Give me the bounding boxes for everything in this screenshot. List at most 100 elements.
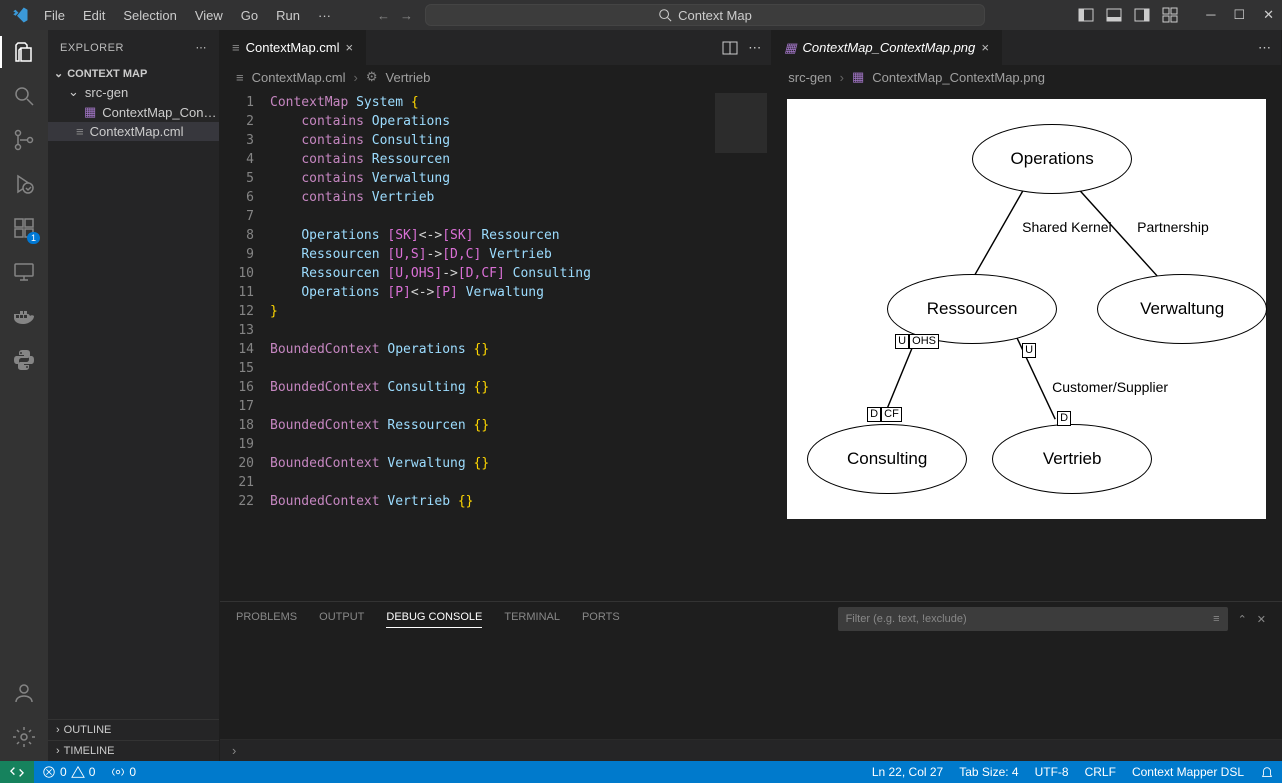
menu-run[interactable]: Run (268, 4, 308, 27)
menu-edit[interactable]: Edit (75, 4, 113, 27)
breadcrumb-left[interactable]: ≡ ContextMap.cml › ⚙ Vertrieb (220, 65, 771, 89)
activity-run-debug-icon[interactable] (10, 170, 38, 198)
edge-label-partnership: Partnership (1137, 219, 1209, 235)
breadcrumb-item[interactable]: ContextMap.cml (252, 70, 346, 85)
breadcrumb-item[interactable]: Vertrieb (386, 70, 431, 85)
breadcrumb-right[interactable]: src-gen › ▦ ContextMap_ContextMap.png (772, 65, 1281, 89)
menu-bar: FileEditSelectionViewGoRun··· (36, 4, 339, 27)
panel-collapse-icon[interactable]: ⌃ (1238, 613, 1247, 626)
cml-file-icon: ≡ (232, 40, 240, 55)
role-d: D (867, 407, 881, 422)
context-map-diagram: Operations Ressourcen Verwaltung Consult… (787, 99, 1266, 519)
chevron-down-icon: ⌄ (68, 84, 79, 100)
role-cf: CF (881, 407, 902, 422)
window-minimize-icon[interactable]: ─ (1206, 7, 1215, 23)
vscode-logo-icon (8, 3, 32, 27)
command-center[interactable]: Context Map (425, 4, 985, 26)
role-u: U (1022, 343, 1036, 358)
minimap[interactable] (715, 89, 771, 601)
code-editor[interactable]: 12345678910111213141516171819202122 Cont… (220, 89, 771, 601)
image-file-icon: ▦ (84, 104, 96, 120)
tree-file-png[interactable]: ▦ ContextMap_Contex... (48, 102, 219, 122)
close-icon[interactable]: × (981, 40, 989, 55)
activity-explorer-icon[interactable] (10, 38, 38, 66)
role-d: D (1057, 411, 1071, 426)
more-actions-icon[interactable]: ⋯ (748, 40, 761, 56)
nav-forward-icon[interactable]: → (400, 8, 413, 23)
image-file-icon: ▦ (852, 69, 864, 85)
panel-tab-output[interactable]: OUTPUT (319, 611, 364, 627)
node-consulting: Consulting (807, 424, 967, 494)
image-file-icon: ▦ (784, 40, 796, 56)
outline-label: OUTLINE (64, 724, 112, 736)
sidebar-timeline[interactable]: › TIMELINE (48, 740, 219, 761)
role-ohs: OHS (909, 334, 939, 349)
tree-file-cml[interactable]: ≡ ContextMap.cml (48, 122, 219, 141)
panel-tab-debug-console[interactable]: DEBUG CONSOLE (386, 611, 482, 628)
activity-accounts-icon[interactable] (10, 679, 38, 707)
breadcrumb-item[interactable]: src-gen (788, 70, 831, 85)
menu-selection[interactable]: Selection (115, 4, 184, 27)
menu-go[interactable]: Go (233, 4, 266, 27)
panel-close-icon[interactable]: ✕ (1257, 613, 1266, 626)
cml-file-icon: ≡ (76, 124, 84, 139)
edge-label-shared-kernel: Shared Kernel (1022, 219, 1112, 235)
status-ports[interactable]: 0 (103, 765, 144, 779)
title-bar: FileEditSelectionViewGoRun··· ← → Contex… (0, 0, 1282, 30)
panel-tab-problems[interactable]: PROBLEMS (236, 611, 297, 627)
status-language-mode[interactable]: Context Mapper DSL (1124, 765, 1252, 779)
status-notifications-icon[interactable] (1252, 765, 1282, 779)
explorer-sidebar: EXPLORER ⋯ ⌄ CONTEXT MAP ⌄ src-gen ▦ Con… (48, 30, 220, 761)
tab-contextmap-png[interactable]: ▦ ContextMap_ContextMap.png × (772, 30, 1002, 65)
layout-customize-icon[interactable] (1162, 7, 1178, 23)
debug-repl-input[interactable]: › (220, 739, 1282, 761)
panel-tab-ports[interactable]: PORTS (582, 611, 620, 627)
filter-settings-icon[interactable]: ≡ (1213, 613, 1219, 625)
activity-source-control-icon[interactable] (10, 126, 38, 154)
file-label: ContextMap_Contex... (102, 105, 219, 120)
activity-settings-icon[interactable] (10, 723, 38, 751)
more-actions-icon[interactable]: ⋯ (1258, 40, 1271, 56)
status-tab-size[interactable]: Tab Size: 4 (951, 765, 1026, 779)
activity-extensions-icon[interactable]: 1 (10, 214, 38, 242)
layout-toggle-bottom-icon[interactable] (1106, 7, 1122, 23)
status-cursor-position[interactable]: Ln 22, Col 27 (864, 765, 951, 779)
status-errors[interactable]: 0 0 (34, 765, 103, 779)
layout-toggle-left-icon[interactable] (1078, 7, 1094, 23)
debug-filter-input[interactable]: Filter (e.g. text, !exclude) ≡ (838, 607, 1228, 631)
window-close-icon[interactable]: ✕ (1263, 7, 1274, 23)
sidebar-outline[interactable]: › OUTLINE (48, 719, 219, 740)
close-icon[interactable]: × (346, 40, 354, 55)
tree-folder-src-gen[interactable]: ⌄ src-gen (48, 82, 219, 102)
menu-file[interactable]: File (36, 4, 73, 27)
sidebar-root[interactable]: ⌄ CONTEXT MAP (48, 65, 219, 82)
explorer-more-icon[interactable]: ⋯ (196, 41, 208, 54)
file-label: ContextMap.cml (90, 124, 184, 139)
layout-toggle-right-icon[interactable] (1134, 7, 1150, 23)
chevron-right-icon: › (56, 724, 60, 736)
status-encoding[interactable]: UTF-8 (1027, 765, 1077, 779)
window-maximize-icon[interactable]: ☐ (1233, 7, 1245, 23)
tab-label: ContextMap.cml (246, 40, 340, 55)
image-preview[interactable]: Operations Ressourcen Verwaltung Consult… (772, 89, 1281, 601)
chevron-right-icon: › (232, 743, 236, 758)
split-editor-icon[interactable] (722, 40, 738, 56)
tab-contextmap-cml[interactable]: ≡ ContextMap.cml × (220, 30, 366, 65)
root-label: CONTEXT MAP (67, 68, 147, 80)
nav-back-icon[interactable]: ← (377, 8, 390, 23)
activity-python-icon[interactable] (10, 346, 38, 374)
activity-docker-icon[interactable] (10, 302, 38, 330)
status-eol[interactable]: CRLF (1077, 765, 1124, 779)
chevron-right-icon: › (354, 70, 358, 85)
tab-label: ContextMap_ContextMap.png (803, 40, 976, 55)
status-remote-icon[interactable] (0, 761, 34, 783)
menu-···[interactable]: ··· (310, 4, 339, 27)
cml-file-icon: ≡ (236, 70, 244, 85)
panel-tab-terminal[interactable]: TERMINAL (504, 611, 560, 627)
tab-bar-left: ≡ ContextMap.cml × ⋯ (220, 30, 771, 65)
activity-search-icon[interactable] (10, 82, 38, 110)
breadcrumb-item[interactable]: ContextMap_ContextMap.png (872, 70, 1045, 85)
menu-view[interactable]: View (187, 4, 231, 27)
activity-remote-explorer-icon[interactable] (10, 258, 38, 286)
chevron-right-icon: › (840, 70, 844, 85)
